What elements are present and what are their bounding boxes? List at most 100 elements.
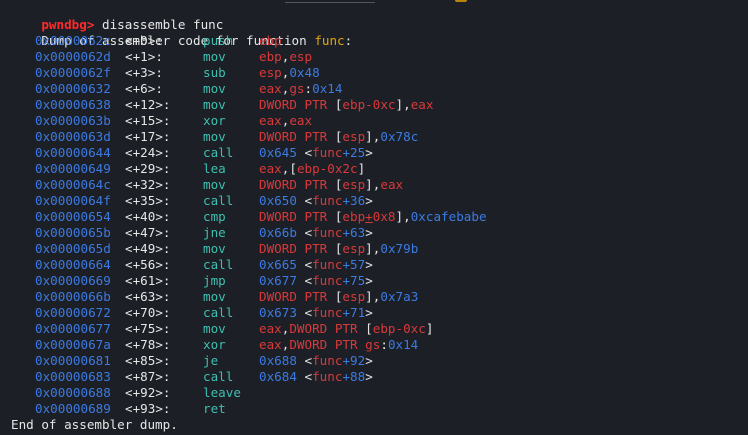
instruction-row: 0x0000065b <+47>: jne 0x66b <func+63> — [0, 225, 748, 241]
operand-token: +25 — [342, 145, 366, 160]
operand-token: 0xcafebabe — [410, 209, 487, 224]
instruction-address: 0x0000067a — [35, 337, 111, 352]
instruction-row: 0x00000669 <+61>: jmp 0x677 <func+75> — [0, 273, 748, 289]
command-line[interactable]: pwndbg> disassemble func — [11, 1, 223, 32]
operand-token: [ — [289, 161, 297, 176]
operand-token: DWORD PTR — [259, 289, 335, 304]
operand-token: eax — [259, 81, 282, 96]
operand-token: , — [403, 209, 411, 224]
terminal-window[interactable]: pwndbg> disassemble func Dump of assembl… — [0, 0, 748, 435]
instruction-offset: <+24>: — [125, 145, 171, 160]
instruction-offset: <+3>: — [125, 65, 163, 80]
operand-token: +71 — [342, 305, 366, 320]
instruction-row: 0x00000688 <+92>: leave — [0, 385, 748, 401]
operand-token: ebp — [342, 209, 366, 224]
operand-token: ebp-0xc — [372, 321, 426, 336]
operand-token: ] — [425, 321, 434, 336]
instruction-row: 0x00000632 <+6>: mov eax,gs:0x14 — [0, 81, 748, 97]
instruction-operands: DWORD PTR [ebp-0xc],eax — [259, 97, 433, 113]
operand-token: 0x673 — [259, 305, 305, 320]
operand-token: ] — [365, 129, 373, 144]
operand-token: < — [304, 257, 313, 272]
operand-token: : — [380, 337, 388, 352]
operand-token: 0x677 — [259, 273, 305, 288]
instruction-address: 0x00000672 — [35, 305, 111, 320]
operand-token: eax — [259, 161, 282, 176]
instruction-operands: DWORD PTR [esp],0x78c — [259, 129, 418, 145]
instruction-offset: <+0>: — [125, 33, 163, 48]
operand-token: < — [304, 225, 313, 240]
instruction-address: 0x00000632 — [35, 81, 111, 96]
top-scroll-remnant — [285, 0, 375, 3]
instruction-row: 0x00000644 <+24>: call 0x645 <func+25> — [0, 145, 748, 161]
operand-token: > — [365, 273, 373, 288]
instruction-address: 0x00000654 — [35, 209, 111, 224]
instruction-row: 0x00000638 <+12>: mov DWORD PTR [ebp-0xc],e… — [0, 97, 748, 113]
operand-token: 0x14 — [387, 337, 419, 352]
operand-token: 0x650 — [259, 193, 305, 208]
operand-token: +63 — [342, 225, 366, 240]
instruction-offset: <+61>: — [125, 273, 171, 288]
instruction-offset: <+12>: — [125, 97, 171, 112]
operand-token: esp — [342, 177, 366, 192]
operand-token: 0x684 — [259, 369, 305, 384]
instruction-row: 0x00000672 <+70>: call 0x673 <func+71> — [0, 305, 748, 321]
instruction-row: 0x00000654 <+40>: cmp DWORD PTR [ebp+0x8],0… — [0, 209, 748, 225]
operand-token: > — [365, 369, 373, 384]
instruction-mnemonic: lea — [203, 161, 226, 176]
instruction-address: 0x0000065b — [35, 225, 111, 240]
instruction-offset: <+29>: — [125, 161, 171, 176]
instruction-offset: <+85>: — [125, 353, 171, 368]
operand-token: +36 — [342, 193, 366, 208]
instruction-address: 0x00000677 — [35, 321, 111, 336]
instruction-offset: <+92>: — [125, 385, 171, 400]
instruction-mnemonic: mov — [203, 241, 226, 256]
instruction-offset: <+40>: — [125, 209, 171, 224]
operand-token: +57 — [342, 257, 366, 272]
instruction-offset: <+93>: — [125, 401, 171, 416]
instruction-operands: DWORD PTR [ebp+0x8],0xcafebabe — [259, 209, 487, 225]
instruction-operands: 0x677 <func+75> — [259, 273, 373, 289]
operand-token: > — [365, 145, 373, 160]
instruction-mnemonic: push — [203, 33, 234, 48]
operand-token: +88 — [342, 369, 366, 384]
instruction-mnemonic: ret — [203, 401, 226, 416]
instruction-mnemonic: mov — [203, 129, 226, 144]
instruction-mnemonic: call — [203, 193, 234, 208]
operand-token: + — [365, 209, 373, 224]
operand-token: 0x8 — [372, 209, 396, 224]
instruction-address: 0x00000669 — [35, 273, 111, 288]
instruction-offset: <+47>: — [125, 225, 171, 240]
operand-token: ] — [357, 161, 366, 176]
instruction-row: 0x0000062d <+1>: mov ebp,esp — [0, 49, 748, 65]
operand-token: func — [312, 353, 343, 368]
operand-token: 0x66b — [259, 225, 305, 240]
instruction-offset: <+32>: — [125, 177, 171, 192]
operand-token: ebp — [259, 49, 282, 64]
instruction-mnemonic: mov — [203, 289, 226, 304]
operand-token: < — [304, 145, 313, 160]
instruction-row: 0x00000683 <+87>: call 0x684 <func+88> — [0, 369, 748, 385]
operand-token: 0x665 — [259, 257, 305, 272]
instruction-mnemonic: call — [203, 257, 234, 272]
operand-token: 0x79b — [380, 241, 419, 256]
instruction-operands: 0x688 <func+92> — [259, 353, 373, 369]
instruction-mnemonic: xor — [203, 337, 226, 352]
operand-token: < — [304, 353, 313, 368]
operand-token: DWORD PTR — [259, 177, 335, 192]
operand-token: ebp-0xc — [342, 97, 396, 112]
instruction-offset: <+56>: — [125, 257, 171, 272]
instruction-mnemonic: sub — [203, 65, 226, 80]
instruction-address: 0x00000688 — [35, 385, 111, 400]
operand-token: < — [304, 193, 313, 208]
instruction-address: 0x00000649 — [35, 161, 111, 176]
operand-token: esp — [342, 129, 366, 144]
instruction-row: 0x0000064c <+32>: mov DWORD PTR [esp],eax — [0, 177, 748, 193]
operand-token: eax — [259, 337, 282, 352]
operand-token: eax — [259, 113, 282, 128]
instruction-mnemonic: mov — [203, 49, 226, 64]
operand-token: func — [312, 145, 343, 160]
instruction-address: 0x0000063b — [35, 113, 111, 128]
instruction-mnemonic: leave — [203, 385, 241, 400]
instruction-mnemonic: xor — [203, 113, 226, 128]
